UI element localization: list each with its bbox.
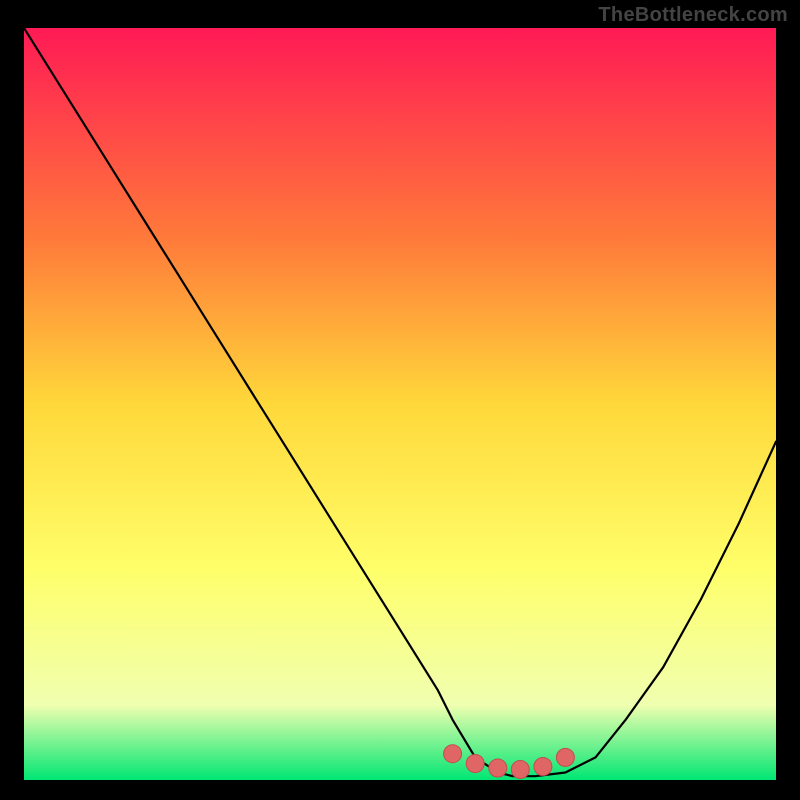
- watermark-label: TheBottleneck.com: [598, 4, 788, 27]
- chart-stage: TheBottleneck.com: [0, 0, 800, 800]
- optimal-dot: [466, 755, 484, 773]
- plot-frame: [24, 28, 776, 780]
- optimal-dot: [444, 745, 462, 763]
- bottleneck-plot: [24, 28, 776, 780]
- optimal-dot: [489, 759, 507, 777]
- optimal-dot: [556, 748, 574, 766]
- optimal-dot: [534, 758, 552, 776]
- optimal-dot: [511, 761, 529, 779]
